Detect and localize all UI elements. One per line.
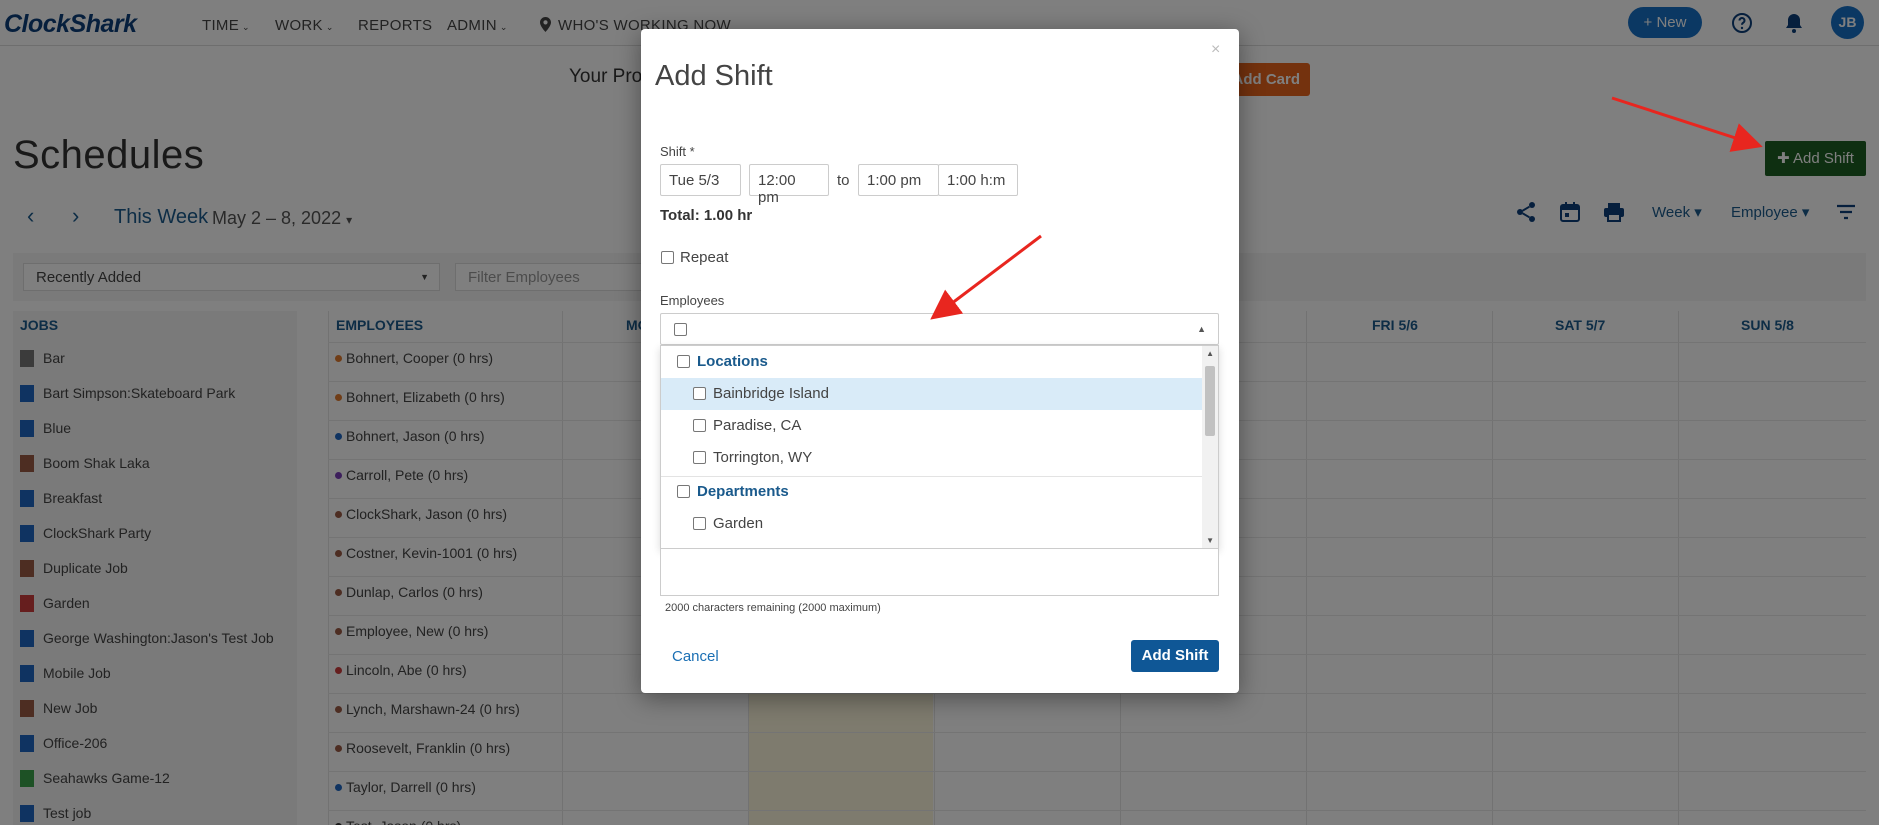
dropdown-scrollbar[interactable]: ▲ ▼ bbox=[1202, 346, 1218, 548]
employees-dropdown-list: Locations Bainbridge Island Paradise, CA… bbox=[660, 345, 1219, 549]
total-hours: Total: 1.00 hr bbox=[660, 207, 753, 224]
dropdown-item-bainbridge[interactable]: Bainbridge Island bbox=[661, 378, 1204, 410]
end-time-field[interactable]: 1:00 pm bbox=[858, 164, 939, 196]
dropdown-item-garden[interactable]: Garden bbox=[661, 508, 1204, 540]
scrollbar-thumb[interactable] bbox=[1205, 366, 1215, 436]
checkbox[interactable] bbox=[693, 387, 706, 400]
chars-remaining: 2000 characters remaining (2000 maximum) bbox=[665, 602, 881, 614]
checkbox[interactable] bbox=[693, 451, 706, 464]
item-label: Bainbridge Island bbox=[713, 385, 829, 402]
employees-label: Employees bbox=[660, 293, 725, 308]
close-icon[interactable]: × bbox=[1211, 41, 1220, 59]
employees-select[interactable]: ▲ bbox=[660, 313, 1219, 345]
dropdown-item-torrington[interactable]: Torrington, WY bbox=[661, 442, 1204, 474]
checkbox[interactable] bbox=[693, 419, 706, 432]
item-label: Paradise, CA bbox=[713, 417, 802, 434]
repeat-checkbox[interactable] bbox=[661, 251, 674, 264]
start-time-field[interactable]: 12:00 pm bbox=[749, 164, 829, 206]
scroll-down-icon[interactable]: ▼ bbox=[1206, 536, 1214, 545]
to-label: to bbox=[837, 172, 850, 189]
scroll-up-icon[interactable]: ▲ bbox=[1206, 349, 1214, 358]
group-label: Departments bbox=[697, 483, 789, 500]
dropdown-item-paradise[interactable]: Paradise, CA bbox=[661, 410, 1204, 442]
shift-label: Shift * bbox=[660, 144, 695, 159]
notes-textarea[interactable] bbox=[660, 549, 1219, 596]
checkbox[interactable] bbox=[677, 355, 690, 368]
item-label: Garden bbox=[713, 515, 764, 532]
duration-field[interactable]: 1:00 h:m bbox=[938, 164, 1018, 196]
group-label: Locations bbox=[697, 353, 768, 370]
checkbox[interactable] bbox=[677, 485, 690, 498]
select-all-checkbox[interactable] bbox=[674, 323, 687, 336]
dropdown-group-locations[interactable]: Locations bbox=[661, 346, 1204, 378]
repeat-label: Repeat bbox=[680, 249, 729, 266]
add-shift-submit-button[interactable]: Add Shift bbox=[1131, 640, 1219, 672]
modal-title: Add Shift bbox=[655, 60, 773, 92]
item-label: Torrington, WY bbox=[713, 449, 813, 466]
caret-up-icon: ▲ bbox=[1197, 324, 1206, 334]
shift-date-field[interactable]: Tue 5/3 bbox=[660, 164, 741, 196]
checkbox[interactable] bbox=[693, 517, 706, 530]
cancel-button[interactable]: Cancel bbox=[672, 648, 719, 665]
dropdown-group-departments[interactable]: Departments bbox=[661, 476, 1204, 508]
